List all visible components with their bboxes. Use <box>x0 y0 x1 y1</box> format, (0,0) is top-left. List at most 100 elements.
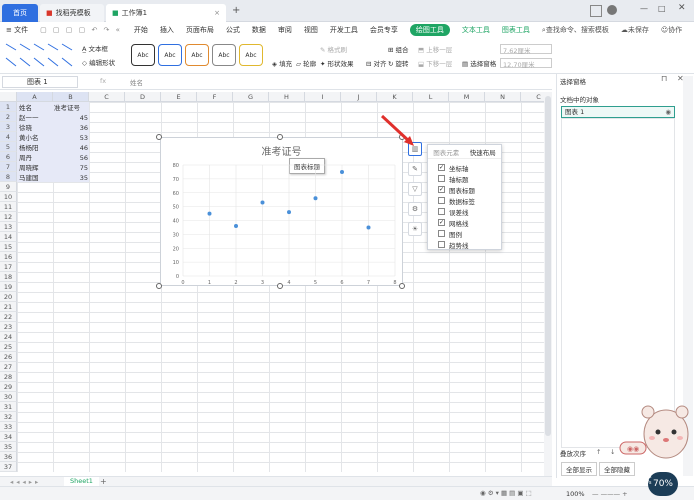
row-header[interactable]: 33 <box>0 422 17 432</box>
checkbox-icon[interactable]: ✓ <box>438 186 445 193</box>
maximize-icon[interactable]: □ <box>658 4 666 13</box>
rotate-button[interactable]: ↻ 旋转 <box>388 58 409 68</box>
column-header[interactable]: J <box>341 92 377 102</box>
send-backward-button[interactable]: ⬓ 下移一层 <box>418 58 452 68</box>
scatter-plot[interactable]: 0 10 20 30 40 50 60 70 80 0 1 2 3 4 5 6 7 8 <box>161 138 402 285</box>
row-header[interactable]: 28 <box>0 372 17 382</box>
row-header[interactable]: 21 <box>0 302 17 312</box>
resize-handle-br[interactable] <box>399 283 405 289</box>
cell-name[interactable]: 周晓辉 <box>19 163 39 173</box>
menu-chart-tools[interactable]: 图表工具 <box>502 25 530 35</box>
view-mode-icon[interactable]: ◉ ⚙ ▾ ▦ ▤ ▣ ⬚ <box>480 489 532 497</box>
data-point[interactable] <box>340 169 344 174</box>
show-all-button[interactable]: 全部显示 <box>561 462 597 476</box>
menu-page-layout[interactable]: 页面布局 <box>186 25 214 35</box>
row-header[interactable]: 14 <box>0 232 17 242</box>
chart-object[interactable]: 准考证号 图表标题 0 10 20 30 40 50 60 70 80 0 1 2 3 4 5 6 7 8 <box>160 137 403 286</box>
cell-name[interactable]: 徐晓 <box>19 123 32 133</box>
menu-review[interactable]: 审阅 <box>278 25 292 35</box>
row-header[interactable]: 1 <box>0 102 17 112</box>
zoom-slider[interactable]: — ——— + <box>592 490 628 498</box>
tab-quick-layout[interactable]: 快速布局 <box>470 147 496 157</box>
shape-style-3[interactable]: Abc <box>185 44 209 66</box>
cell-a1[interactable]: 姓名 <box>19 103 32 113</box>
menu-text-tools[interactable]: 文本工具 <box>462 25 490 35</box>
checkbox-item[interactable]: 数据标签 <box>428 195 501 206</box>
checkbox-icon[interactable] <box>438 230 445 237</box>
layout-icon[interactable] <box>590 5 602 17</box>
vertical-scrollbar[interactable] <box>544 92 552 476</box>
pin-icon[interactable]: ⊓ <box>661 74 667 83</box>
row-header[interactable]: 19 <box>0 282 17 292</box>
checkbox-icon[interactable] <box>438 241 445 248</box>
checkbox-icon[interactable] <box>438 197 445 204</box>
row-header[interactable]: 7 <box>0 162 17 172</box>
row-header[interactable]: 24 <box>0 332 17 342</box>
edit-shape-button[interactable]: ◇ 编辑形状 <box>82 57 115 67</box>
checkbox-item[interactable]: 误差线 <box>428 206 501 217</box>
tab-chart-elements[interactable]: 图表元素 <box>433 147 459 157</box>
align-button[interactable]: ⊟ 对齐 <box>366 58 387 68</box>
cell-name[interactable]: 周丹 <box>19 153 32 163</box>
column-header[interactable]: G <box>233 92 269 102</box>
row-header[interactable]: 22 <box>0 312 17 322</box>
column-header[interactable]: I <box>305 92 341 102</box>
resize-handle-b[interactable] <box>277 283 283 289</box>
row-header[interactable]: 10 <box>0 192 17 202</box>
cell-name[interactable]: 杨杨阳 <box>19 143 39 153</box>
shape-style-1[interactable]: Abc <box>131 44 155 66</box>
row-header[interactable]: 17 <box>0 262 17 272</box>
collab-button[interactable]: ☺协作 <box>661 25 682 35</box>
data-point[interactable] <box>287 210 291 215</box>
cell-name[interactable]: 马建国 <box>19 173 39 183</box>
object-item-chart[interactable]: 图表 1 ◉ <box>561 106 675 118</box>
row-header[interactable]: 15 <box>0 242 17 252</box>
row-header[interactable]: 37 <box>0 462 17 472</box>
tab-templates[interactable]: ■ 找稻壳模板 <box>40 4 104 22</box>
row-header[interactable]: 25 <box>0 342 17 352</box>
search-command[interactable]: ⌕查找命令、搜索模板 <box>542 25 609 35</box>
cell-name[interactable]: 黄小名 <box>19 133 39 143</box>
checkbox-item[interactable]: 轴标题 <box>428 173 501 184</box>
menu-developer[interactable]: 开发工具 <box>330 25 358 35</box>
row-header[interactable]: 31 <box>0 402 17 412</box>
cell-value[interactable]: 53 <box>54 133 88 143</box>
row-header[interactable]: 20 <box>0 292 17 302</box>
fill-button[interactable]: ◈ 填充 <box>272 58 292 68</box>
name-box[interactable]: 图表 1 <box>2 76 78 88</box>
menu-formula[interactable]: 公式 <box>226 25 240 35</box>
selection-pane-button[interactable]: ▤ 选择窗格 <box>462 58 496 68</box>
chart-filter-icon[interactable]: ▽ <box>408 182 422 196</box>
row-header[interactable]: 18 <box>0 272 17 282</box>
shape-gallery[interactable] <box>4 40 76 70</box>
data-point[interactable] <box>260 200 265 205</box>
row-header[interactable]: 13 <box>0 222 17 232</box>
row-header[interactable]: 29 <box>0 382 17 392</box>
row-header[interactable]: 12 <box>0 212 17 222</box>
row-header[interactable]: 34 <box>0 432 17 442</box>
column-header[interactable]: E <box>161 92 197 102</box>
tab-home[interactable]: 首页 <box>2 4 38 22</box>
cell-value[interactable]: 45 <box>54 113 88 123</box>
quick-access-icons[interactable]: ▢ ▢ ▢ ▢ ↶ ↷ « <box>40 26 122 34</box>
checkbox-icon[interactable]: ✓ <box>438 219 445 226</box>
row-header[interactable]: 30 <box>0 392 17 402</box>
new-tab-button[interactable]: + <box>232 5 240 16</box>
row-header[interactable]: 4 <box>0 132 17 142</box>
column-header[interactable]: B <box>53 92 89 102</box>
column-header[interactable]: K <box>377 92 413 102</box>
scrollbar-thumb[interactable] <box>545 96 551 436</box>
close-tab-icon[interactable]: × <box>214 9 220 17</box>
data-point[interactable] <box>313 196 318 201</box>
column-header[interactable]: D <box>125 92 161 102</box>
data-point[interactable] <box>207 211 212 216</box>
column-header[interactable]: A <box>17 92 53 102</box>
row-header[interactable]: 6 <box>0 152 17 162</box>
column-header[interactable]: H <box>269 92 305 102</box>
row-header[interactable]: 8 <box>0 172 17 182</box>
lightbulb-icon[interactable]: ☀ <box>408 222 422 236</box>
shape-effect-button[interactable]: ✦ 形状效果 <box>320 58 354 68</box>
resize-handle-t[interactable] <box>277 134 283 140</box>
avatar[interactable] <box>607 5 617 15</box>
height-input[interactable]: 7.62厘米 <box>500 44 552 55</box>
